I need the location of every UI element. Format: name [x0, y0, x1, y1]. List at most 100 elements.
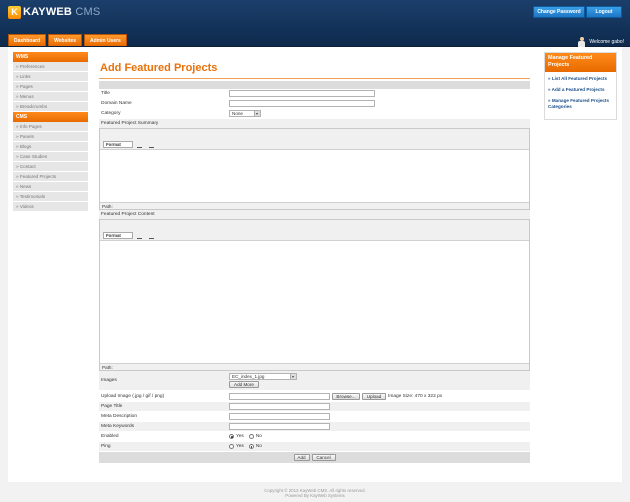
- enabled-yes-label: Yes: [236, 434, 244, 439]
- ping-row: Ping Yes No: [99, 442, 530, 452]
- meta-keywords-label: Meta Keywords: [101, 424, 135, 429]
- add-more-button[interactable]: Add More: [229, 381, 259, 388]
- meta-description-input[interactable]: [229, 413, 330, 420]
- tab-dashboard[interactable]: Dashboard: [8, 34, 47, 46]
- summary-label: Featured Project Summary: [99, 119, 530, 128]
- form-actions: Add Cancel: [99, 452, 530, 463]
- category-row: Category None: [99, 109, 530, 119]
- toolbar-button[interactable]: [149, 147, 154, 148]
- tab-admin-users[interactable]: Admin Users: [84, 34, 127, 46]
- sidebar-item-testimonials[interactable]: » Testimonials: [13, 192, 88, 202]
- summary-editor-toolbar: Format: [100, 129, 529, 150]
- logout-button[interactable]: Logout: [586, 6, 622, 18]
- sidebar-item-panels[interactable]: » Panels: [13, 132, 88, 142]
- meta-description-row: Meta Description: [99, 412, 530, 422]
- image-size-hint: Image Size: 470 x 322 px: [388, 393, 443, 399]
- summary-editor-body[interactable]: [100, 150, 529, 202]
- header: K KAYWEB CMS Change Password Logout Dash…: [0, 0, 630, 47]
- content-format-select[interactable]: Format: [103, 232, 133, 239]
- content-label: Featured Project Content: [99, 210, 530, 219]
- right-panel: Manage Featured Projects » List All Feat…: [544, 52, 617, 120]
- logo[interactable]: K KAYWEB CMS: [8, 5, 100, 19]
- enabled-label: Enabled: [101, 434, 119, 439]
- category-label: Category: [101, 111, 121, 116]
- welcome-area: Welcome gabo!: [578, 37, 624, 47]
- images-row: Images EC_index_1.jpg Add More: [99, 371, 530, 391]
- enabled-yes-radio[interactable]: [229, 434, 234, 439]
- domain-input[interactable]: [229, 100, 375, 107]
- form-area: Add Featured Projects Title Domain Name …: [99, 52, 530, 463]
- right-panel-heading: Manage Featured Projects: [545, 53, 616, 72]
- summary-editor[interactable]: Format Path:: [99, 128, 530, 210]
- title-divider: [99, 78, 530, 79]
- enabled-no-label: No: [255, 434, 262, 439]
- ping-no-radio[interactable]: [248, 444, 254, 449]
- sidebar-heading-wms: WMS: [13, 52, 88, 62]
- sidebar-item-menus[interactable]: » Menus: [13, 92, 88, 102]
- sidebar-item-videos[interactable]: » Videos: [13, 202, 88, 212]
- upload-file-input[interactable]: [229, 392, 330, 400]
- enabled-radio-group: Yes No: [229, 434, 267, 439]
- title-row: Title: [99, 89, 530, 99]
- ping-yes-label: Yes: [236, 444, 244, 449]
- page-title-row: Page Title: [99, 402, 530, 412]
- manage-categories-link[interactable]: » Manage Featured Projects Categories: [545, 98, 616, 110]
- enabled-no-radio[interactable]: [248, 434, 254, 439]
- upload-button[interactable]: Upload: [362, 392, 386, 400]
- user-icon: [578, 37, 586, 47]
- ping-yes-radio[interactable]: [229, 444, 234, 449]
- sidebar-item-breadcrumbs[interactable]: » Breadcrumbs: [13, 102, 88, 112]
- logo-icon: K: [8, 5, 21, 19]
- add-featured-link[interactable]: » Add a Featured Projects: [545, 87, 616, 93]
- list-all-link[interactable]: » List All Featured Projects: [545, 76, 616, 82]
- sidebar-item-news[interactable]: » News: [13, 182, 88, 192]
- chevron-down-icon: [290, 374, 296, 379]
- toolbar-button[interactable]: [149, 238, 154, 239]
- chevron-down-icon: [254, 111, 260, 116]
- content-editor[interactable]: Format Path:: [99, 219, 530, 371]
- sidebar-item-case-studies[interactable]: » Case Studies: [13, 152, 88, 162]
- footer: Copyright © 2013 KayWeb CMS. All rights …: [0, 488, 630, 498]
- sidebar-item-featured-projects[interactable]: » Featured Projects: [13, 172, 88, 182]
- content-editor-body[interactable]: [100, 241, 529, 363]
- sidebar-item-pages[interactable]: » Pages: [13, 82, 88, 92]
- sidebar-item-blogs[interactable]: » Blogs: [13, 142, 88, 152]
- sidebar-item-contact[interactable]: » Contact: [13, 162, 88, 172]
- domain-row: Domain Name: [99, 99, 530, 109]
- page-title: Add Featured Projects: [100, 62, 218, 74]
- page-title-label: Page Title: [101, 404, 123, 409]
- sidebar-item-info-pages[interactable]: » Info Pages: [13, 122, 88, 132]
- upload-label: Upload Image (.jpg / gif / png): [101, 393, 165, 399]
- domain-label: Domain Name: [101, 101, 132, 106]
- summary-format-select[interactable]: Format: [103, 141, 133, 148]
- change-password-button[interactable]: Change Password: [533, 6, 585, 18]
- page-title-input[interactable]: [229, 403, 330, 410]
- main-nav: Dashboard Websites Admin Users: [8, 34, 129, 46]
- title-input[interactable]: [229, 90, 375, 97]
- ping-no-label: No: [255, 444, 262, 449]
- category-select[interactable]: None: [229, 110, 261, 117]
- sidebar-item-preferences[interactable]: » Preferences: [13, 62, 88, 72]
- images-select[interactable]: EC_index_1.jpg: [229, 373, 297, 380]
- sidebar-item-links[interactable]: » Links: [13, 72, 88, 82]
- logo-suffix: CMS: [75, 6, 101, 18]
- form-header-bar: [99, 81, 530, 89]
- cancel-button[interactable]: Cancel: [311, 454, 336, 461]
- toolbar-button[interactable]: [137, 147, 142, 148]
- main-area: WMS » Preferences » Links » Pages » Menu…: [8, 47, 622, 482]
- upload-row: Upload Image (.jpg / gif / png) Browse..…: [99, 391, 530, 402]
- sidebar: WMS » Preferences » Links » Pages » Menu…: [13, 52, 88, 212]
- add-button[interactable]: Add: [293, 454, 310, 461]
- tab-websites[interactable]: Websites: [48, 34, 82, 46]
- meta-keywords-input[interactable]: [229, 423, 330, 430]
- enabled-row: Enabled Yes No: [99, 432, 530, 442]
- summary-path-label: Path:: [100, 202, 529, 209]
- content-path-label: Path:: [100, 363, 529, 370]
- meta-description-label: Meta Description: [101, 414, 137, 419]
- browse-button[interactable]: Browse...: [332, 392, 360, 400]
- ping-label: Ping: [101, 444, 111, 449]
- welcome-text: Welcome gabo!: [589, 39, 624, 45]
- ping-radio-group: Yes No: [229, 444, 267, 449]
- toolbar-button[interactable]: [137, 238, 142, 239]
- content-editor-toolbar: Format: [100, 220, 529, 241]
